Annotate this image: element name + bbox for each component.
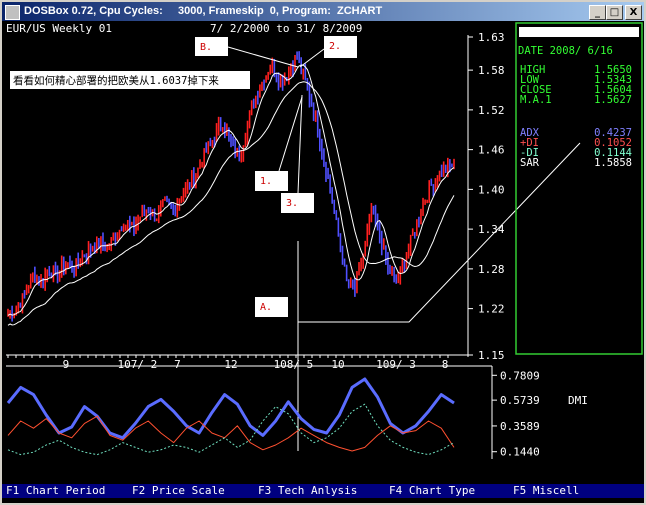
price-tick-label: 1.28 <box>478 263 505 276</box>
price-tick-label: 1.22 <box>478 303 505 316</box>
annotation-arrow-B <box>227 46 299 68</box>
dmi-tick-label: 0.5739 <box>500 394 540 407</box>
price-tick-label: 1.15 <box>478 349 505 362</box>
info-date: DATE 2008/ 6/16 <box>518 45 613 57</box>
label-2: 2. <box>329 41 341 52</box>
function-key-bar: F1 Chart Period F2 Price Scale F3 Tech A… <box>2 484 644 498</box>
minus-di-line <box>7 403 455 456</box>
time-tick-label: 109/ 3 <box>376 358 416 371</box>
info-key: SAR <box>520 157 540 169</box>
dosbox-window: DOSBox 0.72, Cpu Cycles: 3000, Frameskip… <box>0 0 646 505</box>
annotation-arrow-1 <box>278 96 303 172</box>
annotation-cn-text: 看看如何精心部署的把欧美从1.6037掉下来 <box>13 74 219 87</box>
chart-canvas: EUR/US Weekly 01 7/ 2/2000 to 31/ 8/2009… <box>6 22 643 459</box>
annotation-arrow-3 <box>297 94 303 194</box>
info-values: HIGH 1.5650LOW 1.5343CLOSE 1.5604M.A.1 1.562… <box>520 64 632 169</box>
dmi-label: DMI <box>568 394 588 407</box>
info-value: 1.5858 <box>594 157 632 169</box>
dosbox-app-icon <box>5 5 20 20</box>
time-tick-label: 108/ 5 <box>274 358 314 371</box>
window-title: DOSBox 0.72, Cpu Cycles: 3000, Frameskip… <box>24 5 383 17</box>
f3-tech-analysis[interactable]: F3 Tech Anlysis <box>258 484 357 498</box>
info-key: M.A.1 <box>520 94 552 106</box>
ma-fast-line <box>7 64 455 316</box>
zchart-screen: EUR/US Weekly 01 7/ 2/2000 to 31/ 8/2009… <box>2 21 644 503</box>
time-tick-label: 8 <box>442 358 449 371</box>
dmi-tick-label: 0.3589 <box>500 420 540 433</box>
info-value: 1.5627 <box>594 94 632 106</box>
title-bar[interactable]: DOSBox 0.72, Cpu Cycles: 3000, Frameskip… <box>2 2 644 21</box>
price-axis-ticks: 1.63 1.58 1.52 1.46 1.40 1.34 1.28 1.22 1.15 <box>468 31 505 362</box>
label-3: 3. <box>286 198 298 209</box>
f2-price-scale[interactable]: F2 Price Scale <box>132 484 225 498</box>
time-tick-label: 12 <box>224 358 237 371</box>
price-tick-label: 1.40 <box>478 183 505 196</box>
chart-symbol: EUR/US Weekly 01 <box>6 22 112 35</box>
dmi-lines <box>6 377 455 456</box>
f5-miscell[interactable]: F5 Miscell <box>513 484 579 498</box>
price-tick-label: 1.58 <box>478 64 505 77</box>
close-button[interactable]: X <box>625 5 642 20</box>
annotation-arrow-2 <box>299 48 325 68</box>
time-tick-label: 7 <box>174 358 181 371</box>
chart-date-range: 7/ 2/2000 to 31/ 8/2009 <box>210 22 362 35</box>
info-panel-input-bar <box>519 27 639 37</box>
label-B: B. <box>200 42 212 53</box>
moving-average-lines <box>7 64 455 326</box>
minimize-button[interactable]: _ <box>589 5 606 20</box>
label-A: A. <box>260 302 272 313</box>
f4-chart-type[interactable]: F4 Chart Type <box>389 484 475 498</box>
time-axis-ticks: 9 107/ 2 7 12 108/ 5 10 109/ 3 8 <box>7 355 449 371</box>
ma-slow-line <box>7 81 455 326</box>
adx-line <box>6 377 455 440</box>
time-tick-label: 9 <box>63 358 70 371</box>
price-bars <box>7 51 455 322</box>
time-tick-label: 107/ 2 <box>117 358 157 371</box>
label-1: 1. <box>260 176 272 187</box>
dmi-tick-label: 0.1440 <box>500 446 540 459</box>
price-tick-label: 1.34 <box>478 223 505 236</box>
maximize-button[interactable]: □ <box>606 5 623 20</box>
f1-chart-period[interactable]: F1 Chart Period <box>6 484 105 498</box>
time-tick-label: 10 <box>331 358 344 371</box>
dmi-tick-label: 0.7809 <box>500 369 540 382</box>
price-tick-label: 1.52 <box>478 104 505 117</box>
annotation-pointer-line <box>298 142 581 323</box>
dmi-axis-ticks: 0.7809 0.5739 0.3589 0.1440 <box>492 369 540 459</box>
price-tick-label: 1.46 <box>478 144 505 157</box>
price-tick-label: 1.63 <box>478 31 505 44</box>
